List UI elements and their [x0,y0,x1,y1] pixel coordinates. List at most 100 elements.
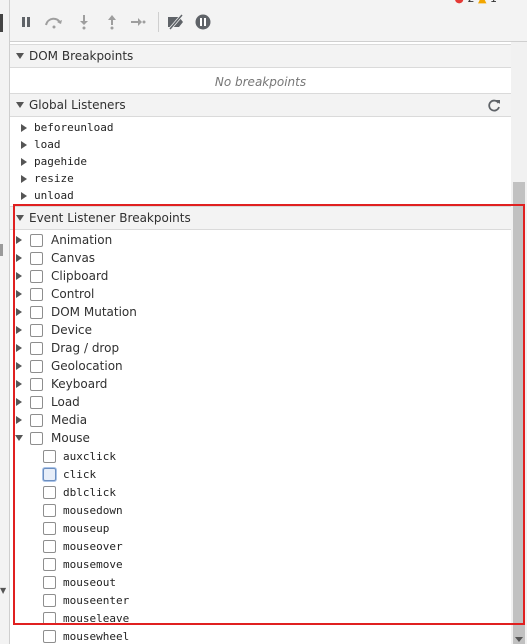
expand-arrow-icon [21,140,27,149]
event-row-mousedown[interactable]: mousedown [10,501,490,519]
category-row-drag-drop[interactable]: Drag / drop [10,339,490,357]
category-row-device[interactable]: Device [10,321,490,339]
event-label: mousewheel [63,629,130,643]
expand-arrow-icon [21,174,27,183]
expand-arrow-icon[interactable] [16,344,22,352]
category-label: Device [51,323,93,337]
event-row-mouseup[interactable]: mouseup [10,519,490,537]
event-row-click[interactable]: click [10,465,490,483]
category-checkbox[interactable] [30,413,43,427]
expand-arrow-icon[interactable] [16,272,22,280]
scroll-arrow-icon[interactable]: ▼ [0,586,6,595]
event-checkbox[interactable] [43,593,56,607]
category-row-load[interactable]: Load [10,393,490,411]
expand-arrow-icon[interactable] [16,416,22,424]
category-label: Control [51,287,95,301]
category-checkbox[interactable] [30,341,43,355]
category-label: Canvas [51,251,96,265]
global-listeners-header[interactable]: Global Listeners [10,93,511,117]
expand-arrow-icon[interactable] [16,236,22,244]
step-out-icon[interactable] [104,14,120,30]
event-checkbox[interactable] [43,629,56,643]
step-over-icon[interactable] [44,14,64,30]
listener-label: beforeunload [34,121,114,134]
scroll-down-icon[interactable] [515,637,523,642]
expand-arrow-icon[interactable] [16,326,22,334]
category-row-geolocation[interactable]: Geolocation [10,357,490,375]
category-row-clipboard[interactable]: Clipboard [10,267,490,285]
category-row-canvas[interactable]: Canvas [10,249,490,267]
dom-breakpoints-empty: No breakpoints [214,75,307,89]
category-label: Load [51,395,80,409]
event-label: mousemove [63,557,123,571]
global-listener-item[interactable]: beforeunload [10,119,310,136]
category-checkbox[interactable] [30,251,43,265]
event-checkbox[interactable] [43,467,56,481]
event-label: dblclick [63,485,116,499]
event-row-mouseover[interactable]: mouseover [10,537,490,555]
step-into-icon[interactable] [76,14,92,30]
event-row-mouseleave[interactable]: mouseleave [10,609,490,627]
event-checkbox[interactable] [43,449,56,463]
expand-arrow-icon [16,215,24,221]
category-row-mouse[interactable]: Mouse [10,429,490,447]
category-row-keyboard[interactable]: Keyboard [10,375,490,393]
event-checkbox[interactable] [43,557,56,571]
event-checkbox[interactable] [43,611,56,625]
expand-arrow-icon [21,123,27,132]
global-listener-item[interactable]: unload [10,187,310,204]
event-checkbox[interactable] [43,485,56,499]
category-checkbox[interactable] [30,395,43,409]
expand-arrow-icon [21,157,27,166]
console-status[interactable]: ● 2 ▲ 1 [454,0,497,5]
global-listener-item[interactable]: resize [10,170,310,187]
category-row-control[interactable]: Control [10,285,490,303]
category-row-media[interactable]: Media [10,411,490,429]
global-listener-item[interactable]: pagehide [10,153,310,170]
expand-arrow-icon [16,53,24,59]
category-checkbox[interactable] [30,233,43,247]
category-checkbox[interactable] [30,377,43,391]
dom-breakpoints-header[interactable]: DOM Breakpoints [10,44,511,68]
event-row-mouseout[interactable]: mouseout [10,573,490,591]
category-checkbox[interactable] [30,323,43,337]
collapse-arrow-icon[interactable] [15,435,23,441]
event-row-auxclick[interactable]: auxclick [10,447,490,465]
event-checkbox[interactable] [43,575,56,589]
listener-label: pagehide [34,155,87,168]
error-icon: ● [454,0,464,5]
global-listener-item[interactable]: load [10,136,310,153]
expand-arrow-icon[interactable] [16,254,22,262]
category-checkbox[interactable] [30,431,43,445]
category-checkbox[interactable] [30,269,43,283]
refresh-icon[interactable] [487,99,501,113]
category-checkbox[interactable] [30,287,43,301]
scrollbar-thumb[interactable] [513,182,525,644]
event-row-mousemove[interactable]: mousemove [10,555,490,573]
event-checkbox[interactable] [43,521,56,535]
event-row-dblclick[interactable]: dblclick [10,483,490,501]
category-checkbox[interactable] [30,359,43,373]
category-label: Mouse [51,431,90,445]
expand-arrow-icon[interactable] [16,290,22,298]
category-row-animation[interactable]: Animation [10,231,490,249]
expand-arrow-icon[interactable] [16,398,22,406]
global-listeners-title: Global Listeners [29,98,126,112]
pause-on-exceptions-icon[interactable] [195,14,211,30]
event-checkbox[interactable] [43,503,56,517]
event-listener-breakpoints-title: Event Listener Breakpoints [29,211,191,225]
listener-label: resize [34,172,74,185]
expand-arrow-icon[interactable] [16,308,22,316]
event-row-mousewheel[interactable]: mousewheel [10,627,490,644]
category-checkbox[interactable] [30,305,43,319]
category-row-dom-mutation[interactable]: DOM Mutation [10,303,490,321]
event-listener-breakpoints-header[interactable]: Event Listener Breakpoints [10,206,511,230]
expand-arrow-icon[interactable] [16,362,22,370]
deactivate-breakpoints-icon[interactable] [166,14,186,30]
event-checkbox[interactable] [43,539,56,553]
event-row-mouseenter[interactable]: mouseenter [10,591,490,609]
pause-icon[interactable] [18,14,34,30]
expand-arrow-icon[interactable] [16,380,22,388]
step-icon[interactable] [130,14,146,30]
vertical-scrollbar[interactable] [511,42,527,644]
